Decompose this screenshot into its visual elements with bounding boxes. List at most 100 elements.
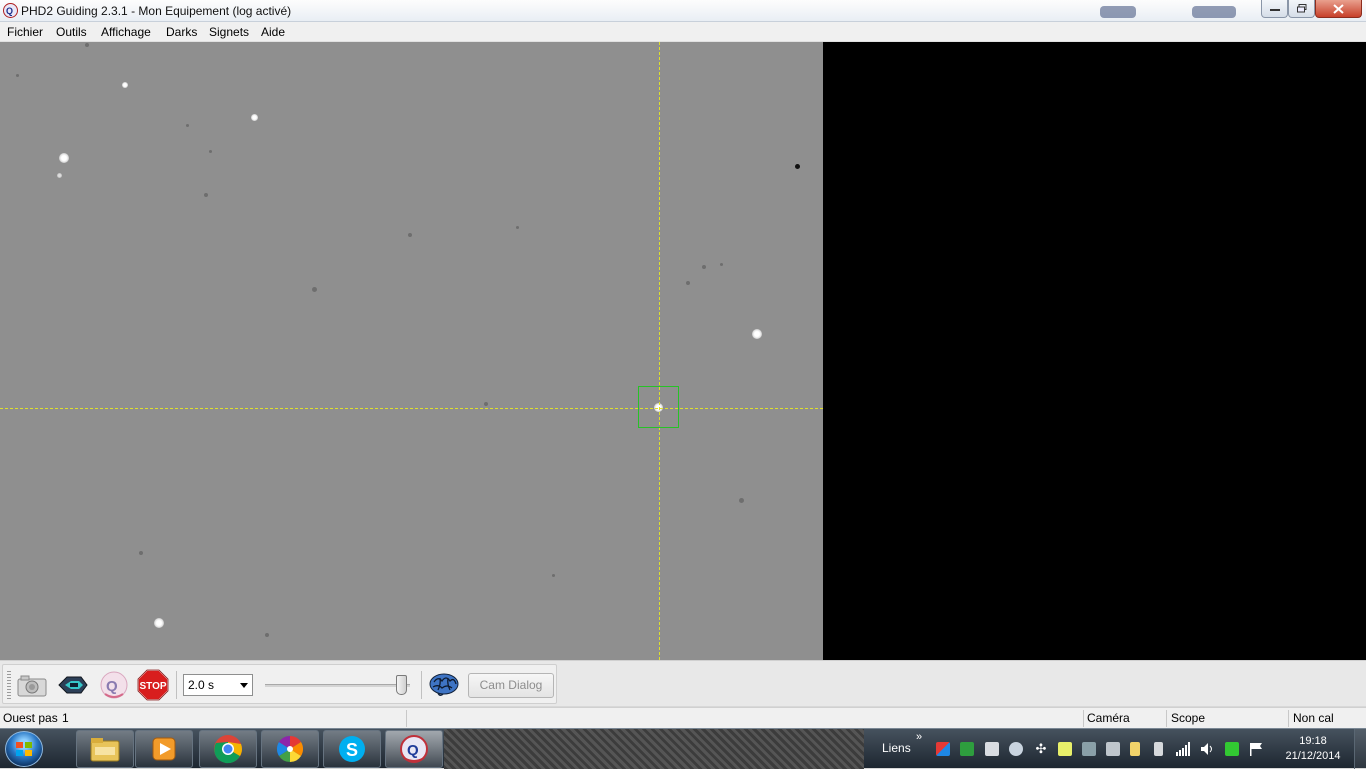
exposure-duration-select[interactable]: 2.0 s [183, 674, 253, 696]
action-center-flag-icon[interactable] [1249, 742, 1263, 756]
tray-display-icon[interactable] [1106, 742, 1120, 756]
crosshair-vertical [659, 42, 660, 660]
minimize-icon [1269, 8, 1280, 11]
tray-note-icon[interactable] [1058, 742, 1072, 756]
star [85, 43, 89, 47]
star [186, 124, 189, 127]
brain-icon [429, 673, 459, 697]
picasa-icon [276, 735, 304, 763]
gamma-slider-track[interactable] [265, 684, 410, 687]
taskbar-phd2[interactable]: Q [385, 730, 443, 768]
menu-darks[interactable]: Darks [166, 25, 197, 39]
tray-bluetooth-icon[interactable]: ✣ [1034, 742, 1048, 756]
gear-connect-icon [58, 676, 88, 694]
taskbar-picasa[interactable] [261, 730, 319, 768]
volume-icon[interactable] [1200, 742, 1214, 756]
star [154, 618, 164, 628]
menu-fichier[interactable]: Fichier [7, 25, 43, 39]
tray-monitor-icon[interactable] [985, 742, 999, 756]
taskbar-chrome[interactable] [199, 730, 257, 768]
status-divider [406, 710, 407, 727]
taskbar-media-player[interactable] [135, 730, 193, 768]
close-button[interactable] [1315, 0, 1362, 18]
phd-guide-icon: Q [100, 671, 128, 699]
status-message-value: 1 [62, 711, 69, 725]
toolbar-separator [176, 671, 177, 699]
clock-time: 19:18 [1299, 735, 1327, 747]
stop-icon: STOP [137, 669, 169, 701]
tray-usb-icon[interactable] [1130, 742, 1140, 756]
tray-app-icon[interactable] [936, 742, 950, 756]
menu-aide[interactable]: Aide [261, 25, 285, 39]
status-camera: Caméra [1087, 711, 1130, 725]
star [484, 402, 488, 406]
links-chevron-icon[interactable]: » [916, 731, 922, 743]
taskbar-explorer[interactable] [76, 730, 134, 768]
star [209, 150, 212, 153]
guide-button[interactable]: Q [97, 669, 131, 701]
status-message-label: Ouest pas [3, 711, 58, 725]
loop-button[interactable] [15, 669, 49, 701]
star [408, 233, 412, 237]
cam-dialog-button[interactable]: Cam Dialog [468, 673, 554, 698]
signal-icon[interactable] [1176, 742, 1190, 756]
star [139, 551, 143, 555]
svg-text:Q: Q [407, 742, 419, 759]
tray-network-icon[interactable] [1009, 742, 1023, 756]
toolbar-area: Q STOP 2.0 s Cam Dialog [0, 660, 1366, 706]
windows-logo-icon [16, 742, 32, 756]
star [57, 173, 62, 178]
window-title: PHD2 Guiding 2.3.1 - Mon Equipement (log… [21, 4, 292, 18]
menu-affichage[interactable]: Affichage [101, 25, 151, 39]
signal-bars [1176, 742, 1190, 756]
taskbar-skype[interactable]: S [323, 730, 381, 768]
title-bar: Q PHD2 Guiding 2.3.1 - Mon Equipement (l… [0, 0, 1366, 22]
status-divider [1166, 710, 1167, 727]
media-player-icon [152, 737, 176, 761]
menu-signets[interactable]: Signets [209, 25, 249, 39]
show-desktop-button[interactable] [1354, 729, 1366, 769]
tray-download-icon[interactable] [960, 742, 974, 756]
skype-icon: S [339, 736, 365, 762]
brain-button[interactable] [427, 669, 461, 701]
star [686, 281, 690, 285]
toolbar-separator [421, 671, 422, 699]
taskbar-background-photo [444, 729, 864, 769]
gamma-slider-thumb[interactable] [396, 675, 407, 695]
camera-icon [17, 675, 47, 697]
status-bar: Ouest pas 1 Caméra Scope Non cal [0, 707, 1366, 728]
svg-text:Q: Q [6, 6, 13, 16]
restore-button[interactable] [1288, 0, 1315, 18]
start-button[interactable] [5, 731, 43, 767]
chrome-icon [214, 735, 242, 764]
battery-icon[interactable] [1154, 742, 1163, 756]
toolbar-grip[interactable] [7, 671, 11, 699]
svg-text:S: S [346, 740, 358, 760]
system-clock[interactable]: 19:18 21/12/2014 [1278, 734, 1348, 764]
tray-list-icon[interactable] [1225, 742, 1239, 756]
connect-gear-button[interactable] [56, 669, 90, 701]
minimize-button[interactable] [1261, 0, 1288, 18]
phd2-icon: Q [400, 735, 428, 763]
star [720, 263, 723, 266]
status-divider [1083, 710, 1084, 727]
menu-bar: Fichier Outils Affichage Darks Signets A… [0, 22, 1366, 42]
star [204, 193, 208, 197]
flag-shape [1250, 743, 1262, 756]
background-window-blur [1192, 6, 1236, 18]
links-toolbar-label[interactable]: Liens [882, 741, 911, 755]
menu-outils[interactable]: Outils [56, 25, 87, 39]
background-window-blur [1100, 6, 1136, 18]
star [122, 82, 128, 88]
clock-date: 21/12/2014 [1285, 750, 1341, 762]
toolbar: Q STOP 2.0 s Cam Dialog [2, 664, 557, 704]
tray-drive-icon[interactable] [1082, 742, 1096, 756]
graph-pane [823, 42, 1366, 660]
guide-star-box [638, 386, 679, 428]
star [516, 226, 519, 229]
guide-camera-image[interactable] [0, 42, 823, 660]
explorer-icon [90, 738, 120, 762]
close-icon [1333, 3, 1344, 14]
stop-button[interactable]: STOP [136, 669, 170, 701]
hot-pixel [795, 164, 800, 169]
